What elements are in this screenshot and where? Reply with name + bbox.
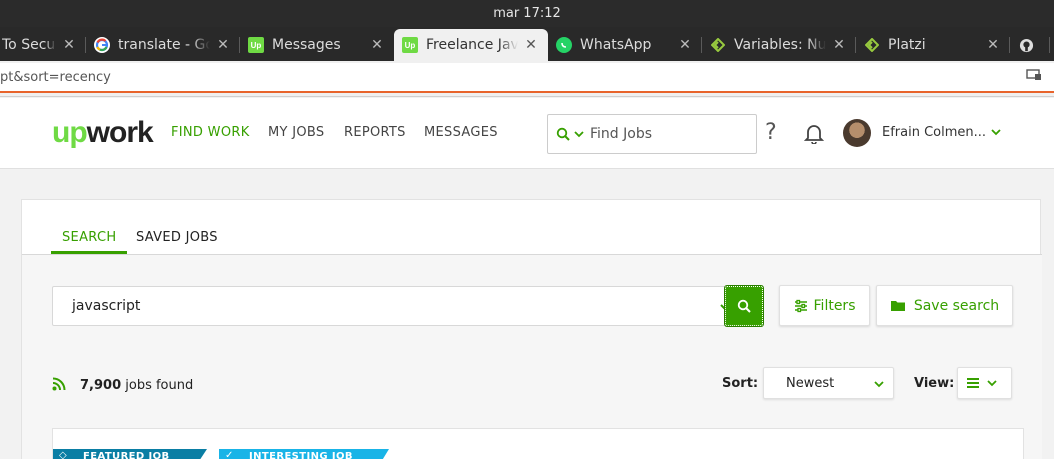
- sort-value: Newest: [786, 375, 835, 391]
- close-icon[interactable]: ✕: [216, 37, 230, 53]
- url-field[interactable]: pt&sort=recency: [0, 63, 1054, 93]
- nav-find-work[interactable]: FIND WORK: [171, 125, 250, 140]
- chevron-down-icon: [874, 381, 884, 388]
- close-icon[interactable]: ✕: [62, 37, 76, 53]
- close-icon[interactable]: ✕: [678, 37, 692, 53]
- tab-title: To Secu: [2, 37, 56, 53]
- browser-tab[interactable]: translate - Go ✕: [86, 29, 240, 61]
- nav-messages[interactable]: MESSAGES: [424, 125, 498, 140]
- browser-tab[interactable]: Variables: Nu ✕: [702, 29, 856, 61]
- os-top-bar: mar 17:12: [0, 0, 1054, 27]
- rss-icon[interactable]: [52, 377, 66, 391]
- header-search-input[interactable]: Find Jobs: [547, 114, 757, 154]
- browser-tab[interactable]: WhatsApp ✕: [548, 29, 702, 61]
- search-button[interactable]: [724, 285, 764, 327]
- tab-title: Platzi: [888, 37, 926, 53]
- search-icon: [737, 299, 751, 313]
- job-search-input[interactable]: javascript: [52, 286, 744, 326]
- interesting-job-badge: ✓ INTERESTING JOB: [219, 449, 389, 459]
- url-text: pt&sort=recency: [0, 69, 111, 85]
- tab-title: WhatsApp: [580, 37, 652, 53]
- chevron-down-icon[interactable]: [990, 126, 1002, 138]
- tab-title: Variables: Nu: [734, 37, 826, 53]
- sort-label: Sort:: [722, 376, 759, 391]
- clock[interactable]: mar 17:12: [493, 6, 561, 21]
- nav-my-jobs[interactable]: MY JOBS: [268, 125, 324, 140]
- help-icon[interactable]: ?: [765, 120, 777, 145]
- diamond-icon: ◇: [59, 450, 68, 459]
- tab-saved-jobs[interactable]: SAVED JOBS: [136, 230, 218, 245]
- job-card[interactable]: ◇ FEATURED JOB ✓ INTERESTING JOB: [52, 428, 1024, 459]
- sort-select[interactable]: Newest: [763, 367, 894, 399]
- bell-icon[interactable]: [804, 122, 824, 144]
- platzi-icon: [864, 37, 880, 53]
- github-icon: [1018, 37, 1034, 53]
- address-bar: pt&sort=recency: [0, 61, 1054, 97]
- close-icon[interactable]: ✕: [832, 37, 846, 53]
- sliders-icon: [794, 299, 807, 312]
- browser-tab[interactable]: C: [1010, 29, 1050, 61]
- browser-tab-active[interactable]: Up Freelance Jav ✕: [394, 29, 548, 61]
- search-card: SEARCH SAVED JOBS javascript Filters Sav…: [21, 199, 1042, 459]
- cast-icon[interactable]: [1026, 69, 1042, 81]
- user-name[interactable]: Efrain Colmen...: [882, 125, 986, 140]
- save-search-button[interactable]: Save search: [876, 285, 1013, 326]
- platzi-icon: [710, 37, 726, 53]
- filters-button[interactable]: Filters: [779, 285, 870, 326]
- chevron-down-icon[interactable]: [574, 129, 584, 139]
- tab-title: Freelance Jav: [426, 37, 518, 53]
- job-search-query: javascript: [72, 298, 141, 314]
- browser-tab[interactable]: Up Messages ✕: [240, 29, 394, 61]
- close-icon[interactable]: ✕: [986, 37, 1000, 53]
- jobs-found-count: 7,900 jobs found: [80, 378, 194, 393]
- filters-label: Filters: [813, 297, 856, 314]
- google-icon: [94, 37, 110, 53]
- folder-icon: [890, 301, 905, 311]
- site-header: upwork FIND WORK MY JOBS REPORTS MESSAGE…: [0, 98, 1054, 169]
- save-search-label: Save search: [913, 297, 1000, 314]
- list-icon: [967, 378, 979, 388]
- tab-title: translate - Go: [118, 37, 210, 53]
- tab-search[interactable]: SEARCH: [62, 230, 116, 245]
- search-placeholder: Find Jobs: [590, 126, 653, 142]
- check-icon: ✓: [225, 450, 234, 459]
- browser-tab[interactable]: Platzi ✕: [856, 29, 1010, 61]
- view-select[interactable]: [957, 367, 1012, 399]
- close-icon[interactable]: ✕: [370, 37, 384, 53]
- upwork-logo[interactable]: upwork: [52, 116, 154, 150]
- nav-reports[interactable]: REPORTS: [344, 125, 406, 140]
- whatsapp-icon: [556, 37, 572, 53]
- search-icon: [556, 127, 570, 141]
- view-label: View:: [914, 376, 955, 391]
- chevron-down-icon: [987, 380, 997, 387]
- browser-tab-strip: To Secu ✕ translate - Go ✕ Up Messages ✕…: [0, 27, 1054, 61]
- avatar[interactable]: [843, 119, 871, 147]
- tab-title: Messages: [272, 37, 341, 53]
- featured-job-badge: ◇ FEATURED JOB: [53, 449, 207, 459]
- close-icon[interactable]: ✕: [524, 37, 538, 53]
- browser-tab[interactable]: To Secu ✕: [0, 29, 86, 61]
- upwork-icon: Up: [402, 37, 418, 53]
- upwork-icon: Up: [248, 37, 264, 53]
